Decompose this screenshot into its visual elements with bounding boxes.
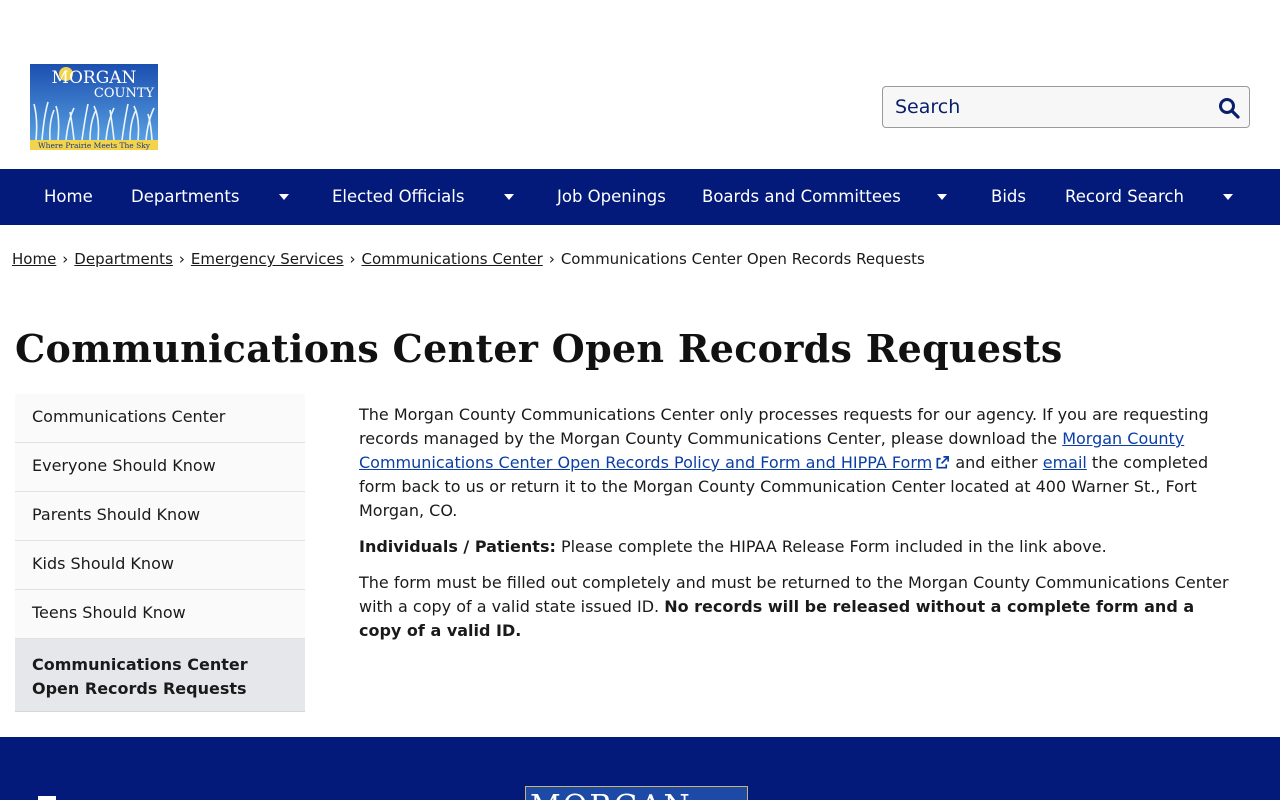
footer-logo[interactable]: MORGAN: [525, 786, 748, 800]
site-header: MORGAN COUNTY Where Prairie Meets The Sk…: [0, 0, 1280, 169]
external-link-icon: [936, 456, 950, 469]
logo-tagline: Where Prairie Meets The Sky: [38, 141, 151, 150]
main-content: The Morgan County Communications Center …: [359, 403, 1239, 655]
patients-label: Individuals / Patients:: [359, 537, 556, 556]
nav-boards-committees[interactable]: Boards and Committees: [702, 169, 901, 225]
nav-departments[interactable]: Departments: [131, 169, 239, 225]
site-footer: MORGAN: [0, 737, 1280, 800]
breadcrumb-departments[interactable]: Departments: [74, 250, 173, 268]
search-button[interactable]: [1217, 96, 1241, 120]
intro-text-2: and either: [950, 453, 1043, 472]
patients-text: Please complete the HIPAA Release Form i…: [555, 537, 1107, 556]
search-form: [882, 86, 1250, 128]
departments-dropdown-icon[interactable]: [279, 194, 289, 200]
nav-job-openings[interactable]: Job Openings: [557, 169, 666, 225]
search-input[interactable]: [883, 87, 1203, 127]
sidebar-item-everyone-should-know[interactable]: Everyone Should Know: [15, 443, 305, 492]
breadcrumb-emergency-services[interactable]: Emergency Services: [191, 250, 344, 268]
breadcrumb-current: Communications Center Open Records Reque…: [560, 250, 925, 268]
breadcrumb-separator: ›: [178, 250, 185, 268]
intro-paragraph: The Morgan County Communications Center …: [359, 403, 1239, 523]
nav-record-search[interactable]: Record Search: [1065, 169, 1184, 225]
page-title: Communications Center Open Records Reque…: [15, 326, 1063, 371]
boards-dropdown-icon[interactable]: [937, 194, 947, 200]
breadcrumb-separator: ›: [548, 250, 555, 268]
breadcrumb-separator: ›: [349, 250, 356, 268]
morgan-county-logo[interactable]: MORGAN COUNTY Where Prairie Meets The Sk…: [30, 64, 158, 150]
logo-line1: MORGAN: [52, 68, 137, 88]
elected-officials-dropdown-icon[interactable]: [504, 194, 514, 200]
footer-heading-fragment: [38, 796, 56, 800]
record-search-dropdown-icon[interactable]: [1223, 194, 1233, 200]
sidebar-item-teens-should-know[interactable]: Teens Should Know: [15, 590, 305, 639]
sidebar-item-kids-should-know[interactable]: Kids Should Know: [15, 541, 305, 590]
nav-home[interactable]: Home: [44, 169, 93, 225]
logo-image: MORGAN COUNTY Where Prairie Meets The Sk…: [30, 64, 158, 150]
logo-line2: COUNTY: [94, 86, 155, 101]
breadcrumb: Home › Departments › Emergency Services › Comm…: [12, 250, 925, 268]
footer-logo-text: MORGAN: [530, 789, 692, 800]
breadcrumb-separator: ›: [62, 250, 69, 268]
main-nav: Home Departments Elected Officials Job O…: [0, 169, 1280, 225]
breadcrumb-communications-center[interactable]: Communications Center: [362, 250, 543, 268]
sidebar-nav: Communications Center Everyone Should Kn…: [15, 394, 305, 712]
email-link[interactable]: email: [1043, 453, 1087, 472]
nav-elected-officials[interactable]: Elected Officials: [332, 169, 464, 225]
sidebar-item-communications-center[interactable]: Communications Center: [15, 394, 305, 443]
nav-bids[interactable]: Bids: [991, 169, 1026, 225]
sidebar-item-parents-should-know[interactable]: Parents Should Know: [15, 492, 305, 541]
patients-paragraph: Individuals / Patients: Please complete …: [359, 535, 1239, 559]
breadcrumb-home[interactable]: Home: [12, 250, 56, 268]
sidebar-item-open-records-requests[interactable]: Communications Center Open Records Reque…: [15, 639, 305, 712]
requirements-paragraph: The form must be filled out completely a…: [359, 571, 1239, 643]
search-icon: [1219, 98, 1240, 119]
